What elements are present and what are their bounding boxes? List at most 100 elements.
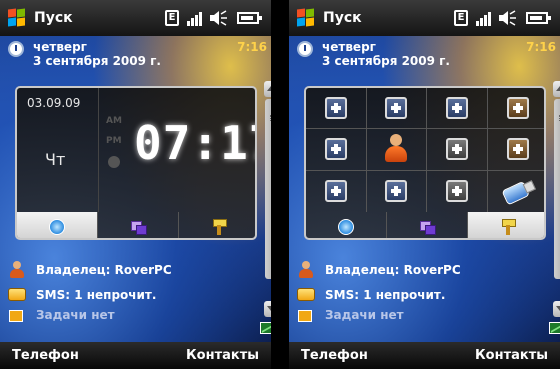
widget-date: 03.09.09	[27, 96, 81, 110]
alarm-icon	[108, 156, 120, 168]
calendar-row[interactable]: Задачи нет	[0, 308, 260, 332]
tab-clock[interactable]	[17, 212, 98, 238]
sms-row[interactable]: SMS: 1 непрочит.	[0, 283, 260, 307]
calendar-icon	[298, 310, 312, 322]
globe-clock-icon	[338, 219, 354, 235]
launcher-slot[interactable]	[366, 88, 427, 130]
today-date-row[interactable]: четверг 3 сентября 2009 г. 7:16	[0, 36, 271, 76]
scroll-thumb[interactable]	[265, 99, 271, 279]
widget-tab-bar	[17, 212, 255, 238]
launcher-widget-panel	[304, 86, 546, 240]
weekday-label: четверг	[33, 40, 87, 54]
widget-tab-bar	[306, 212, 544, 238]
tab-clock[interactable]	[306, 212, 387, 238]
contacts-softkey[interactable]: Контакты	[186, 348, 259, 363]
launcher-slot[interactable]	[427, 170, 488, 212]
phone-screen-clock: Пуск E четверг 3 сентября 2009 г. 7:16 0…	[0, 0, 271, 369]
pm-indicator: PM	[106, 136, 122, 146]
calendar-label: Задачи нет	[36, 308, 115, 322]
owner-row[interactable]: Владелец: RoverPC	[289, 258, 549, 282]
scroll-thumb[interactable]	[554, 99, 560, 279]
tab-windows[interactable]	[98, 212, 179, 238]
add-shortcut-icon	[324, 180, 347, 203]
add-shortcut-icon	[445, 138, 468, 161]
launcher-slot[interactable]	[366, 129, 427, 171]
edge-network-icon[interactable]: E	[165, 10, 179, 26]
scroll-down-button[interactable]	[553, 301, 560, 317]
phone-softkey[interactable]: Телефон	[12, 348, 79, 363]
widget-weekday: Чт	[45, 150, 66, 169]
time-label: 7:16	[237, 40, 267, 54]
calendar-row[interactable]: Задачи нет	[289, 308, 549, 332]
launcher-slot[interactable]	[306, 170, 367, 212]
launcher-slot[interactable]	[427, 88, 488, 130]
today-date-row[interactable]: четверг 3 сентября 2009 г. 7:16	[289, 36, 560, 76]
activesync-icon[interactable]	[260, 322, 271, 334]
scroll-down-button[interactable]	[264, 301, 271, 317]
am-indicator: AM	[106, 116, 122, 126]
person-icon	[384, 134, 408, 164]
grip-icon	[270, 115, 271, 121]
start-menu-button[interactable]: Пуск	[323, 10, 362, 26]
battery-icon[interactable]	[237, 12, 262, 24]
edge-network-icon[interactable]: E	[454, 10, 468, 26]
battery-icon[interactable]	[526, 12, 551, 24]
volume-icon[interactable]	[210, 10, 228, 26]
add-shortcut-icon	[324, 97, 347, 120]
digital-time: 07:17	[134, 116, 255, 170]
volume-icon[interactable]	[499, 10, 517, 26]
add-shortcut-icon	[385, 180, 408, 203]
scroll-up-button[interactable]	[553, 81, 560, 97]
contacts-softkey[interactable]: Контакты	[475, 348, 548, 363]
phone-screen-launcher: Пуск E четверг 3 сентября 2009 г. 7:16 В…	[289, 0, 560, 369]
tools-icon	[502, 219, 516, 235]
vertical-scrollbar[interactable]	[553, 81, 560, 343]
sms-row[interactable]: SMS: 1 непрочит.	[289, 283, 549, 307]
add-shortcut-icon	[445, 97, 468, 120]
softkey-bar: Телефон Контакты	[0, 342, 271, 369]
owner-icon	[10, 261, 24, 278]
launcher-slot[interactable]	[367, 170, 427, 212]
full-date-label: 3 сентября 2009 г.	[322, 54, 450, 68]
owner-row[interactable]: Владелец: RoverPC	[0, 258, 260, 282]
signal-strength-icon[interactable]	[187, 10, 205, 26]
launcher-slot[interactable]	[306, 129, 367, 171]
tab-tools[interactable]	[468, 212, 544, 238]
add-shortcut-icon	[506, 138, 529, 161]
launcher-slot[interactable]	[488, 171, 545, 212]
time-label: 7:16	[526, 40, 556, 54]
usb-icon	[501, 179, 534, 204]
launcher-slot[interactable]	[487, 88, 544, 130]
date-section: 03.09.09 Чт	[17, 88, 99, 212]
sms-label: SMS: 1 непрочит.	[325, 288, 446, 302]
globe-clock-icon	[49, 219, 65, 235]
calendar-label: Задачи нет	[325, 308, 404, 322]
scroll-up-button[interactable]	[264, 81, 271, 97]
add-shortcut-icon	[506, 97, 529, 120]
windows-flag-icon[interactable]	[8, 8, 26, 27]
activesync-icon[interactable]	[549, 322, 560, 334]
clock-widget-panel: 03.09.09 Чт AM PM 07:17	[15, 86, 257, 240]
launcher-grid	[306, 88, 545, 212]
title-bar: Пуск E	[289, 0, 560, 36]
windows-icon	[131, 221, 147, 235]
tab-tools[interactable]	[179, 212, 255, 238]
owner-label: Владелец: RoverPC	[325, 263, 461, 277]
calendar-icon	[9, 310, 23, 322]
add-shortcut-icon	[385, 97, 408, 120]
envelope-icon	[297, 288, 315, 301]
owner-label: Владелец: RoverPC	[36, 263, 172, 277]
softkey-bar: Телефон Контакты	[289, 342, 560, 369]
launcher-slot[interactable]	[306, 88, 367, 130]
windows-flag-icon[interactable]	[297, 8, 315, 27]
tab-windows[interactable]	[387, 212, 468, 238]
digital-clock-section[interactable]: AM PM 07:17	[100, 88, 255, 212]
clock-icon	[8, 41, 24, 57]
launcher-slot[interactable]	[427, 129, 488, 171]
vertical-scrollbar[interactable]	[264, 81, 271, 343]
phone-softkey[interactable]: Телефон	[301, 348, 368, 363]
launcher-slot[interactable]	[487, 129, 544, 171]
signal-strength-icon[interactable]	[476, 10, 494, 26]
windows-icon	[420, 221, 436, 235]
start-menu-button[interactable]: Пуск	[34, 10, 73, 26]
